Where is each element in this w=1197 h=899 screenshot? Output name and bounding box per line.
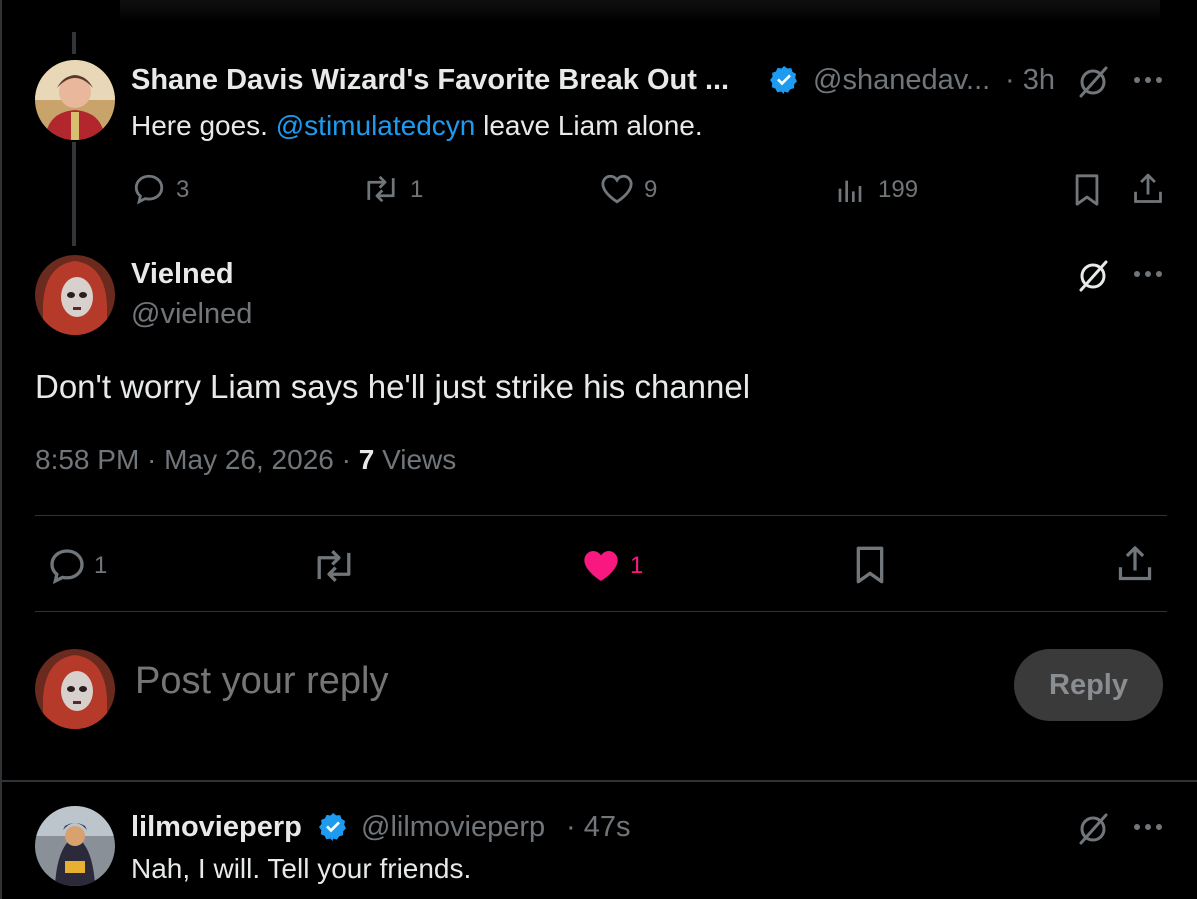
like-count: 1: [630, 552, 644, 579]
views-label: Views: [382, 444, 457, 475]
reply-icon[interactable]: [132, 172, 166, 206]
post-time[interactable]: 8:58 PM: [35, 444, 139, 475]
post-text-before: Here goes.: [131, 110, 276, 141]
thread-line: [72, 142, 76, 246]
avatar-shane[interactable]: [35, 60, 115, 140]
author-handle[interactable]: @vielned: [131, 298, 252, 331]
reply-count: 1: [94, 552, 108, 579]
reply-input[interactable]: [135, 660, 955, 703]
top-fade: [120, 0, 1160, 22]
mention-link[interactable]: @stimulatedcyn: [276, 110, 476, 141]
post-meta: 8:58 PM · May 26, 2026 · 7 Views: [35, 444, 457, 475]
repost-count: 1: [410, 176, 424, 203]
repost-icon[interactable]: [311, 546, 357, 586]
author-name[interactable]: lilmovieperp: [131, 811, 302, 844]
post-text-after: leave Liam alone.: [475, 110, 703, 141]
reply-count: 3: [176, 176, 190, 203]
bookmark-icon[interactable]: [851, 545, 889, 585]
avatar-vielned[interactable]: [35, 255, 115, 335]
more-icon[interactable]: [1132, 821, 1164, 833]
post-date[interactable]: May 26, 2026: [164, 444, 334, 475]
author-handle[interactable]: @shanedav...: [813, 64, 990, 97]
author-handle[interactable]: @lilmovieperp: [361, 811, 545, 844]
post-text: Don't worry Liam says he'll just strike …: [35, 368, 751, 405]
section-separator: [0, 780, 1197, 782]
verified-icon: [317, 811, 349, 843]
more-icon[interactable]: [1132, 74, 1164, 86]
post-time[interactable]: · 3h: [1005, 64, 1055, 97]
view-count: 199: [878, 176, 919, 203]
reply-icon[interactable]: [46, 546, 88, 586]
share-icon[interactable]: [1115, 543, 1155, 585]
reply-button[interactable]: Reply: [1014, 649, 1163, 721]
divider: [35, 515, 1167, 516]
divider: [35, 611, 1167, 612]
like-icon[interactable]: [600, 173, 634, 205]
author-name[interactable]: Vielned: [131, 258, 234, 291]
author-name[interactable]: Shane Davis Wizard's Favorite Break Out …: [131, 64, 729, 97]
post-text: Nah, I will. Tell your friends.: [131, 853, 472, 884]
post-time[interactable]: · 47s: [566, 811, 630, 844]
more-icon[interactable]: [1132, 268, 1164, 280]
grok-icon[interactable]: [1075, 811, 1111, 847]
avatar-composer[interactable]: [35, 649, 115, 729]
bookmark-icon[interactable]: [1071, 173, 1103, 207]
repost-icon[interactable]: [362, 172, 400, 206]
verified-icon: [768, 64, 800, 96]
avatar-lilmovieperp[interactable]: [35, 806, 115, 886]
views-count: 7: [358, 444, 375, 475]
post-text: Here goes. @stimulatedcyn leave Liam alo…: [131, 110, 703, 142]
like-icon[interactable]: [581, 547, 621, 585]
like-count: 9: [644, 176, 658, 203]
grok-icon[interactable]: [1075, 258, 1111, 294]
left-border: [0, 0, 2, 899]
share-icon[interactable]: [1131, 171, 1165, 207]
views-icon[interactable]: [836, 175, 868, 205]
grok-icon[interactable]: [1075, 64, 1111, 100]
thread-line-top: [72, 32, 76, 54]
